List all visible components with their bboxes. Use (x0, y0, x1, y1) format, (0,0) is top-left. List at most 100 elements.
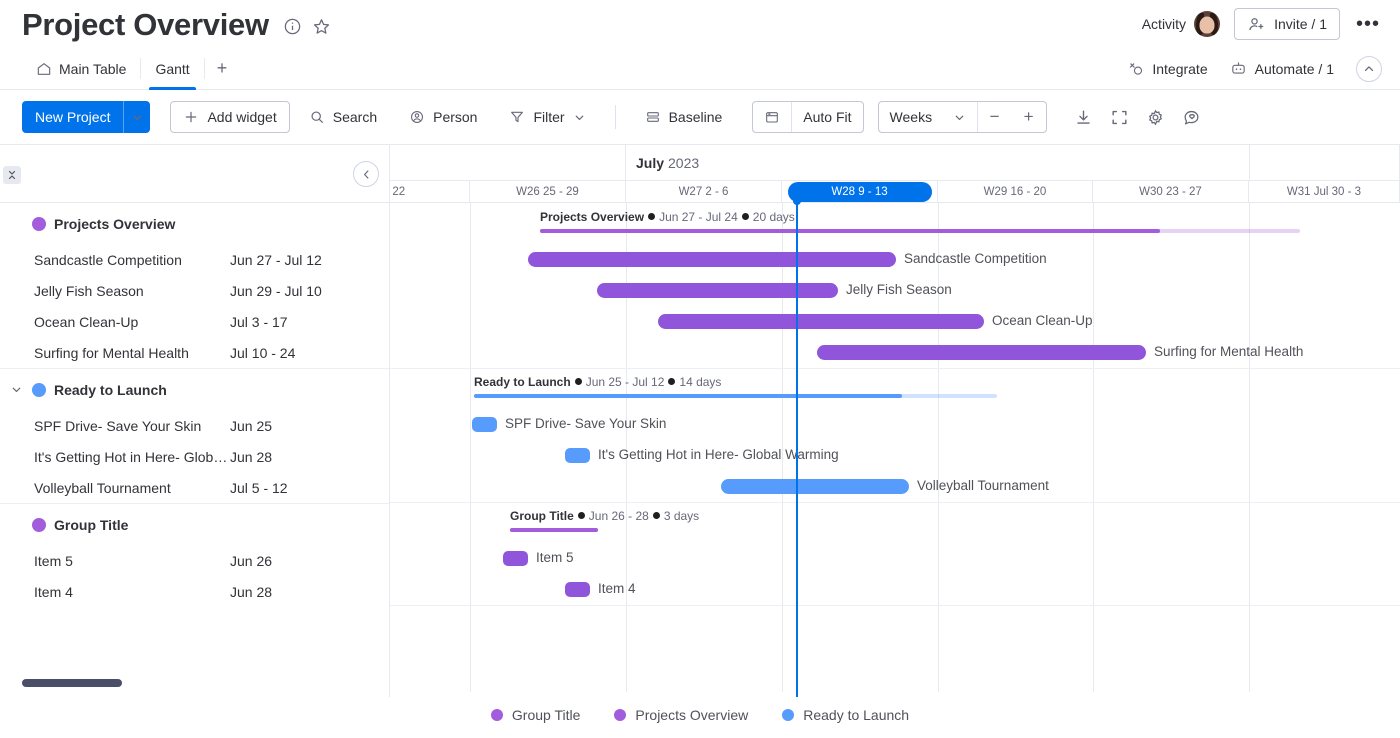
chevron-down-icon[interactable] (953, 111, 966, 124)
gantt-item-row[interactable]: SPF Drive- Save Your SkinJun 25 (0, 410, 389, 441)
horizontal-scrollbar[interactable] (0, 675, 390, 691)
gantt-bar-label: Surfing for Mental Health (1154, 344, 1303, 359)
timeline-month-cell: July2023 (626, 145, 1250, 181)
auto-fit-label: Auto Fit (803, 109, 851, 125)
tab-gantt[interactable]: Gantt (141, 48, 203, 89)
gantt-bar-label: Volleyball Tournament (917, 478, 1049, 493)
zoom-in-button[interactable]: + (1012, 102, 1046, 132)
search-icon (309, 109, 325, 125)
collapse-header-button[interactable] (1356, 56, 1382, 82)
item-date: Jun 25 (230, 418, 272, 434)
search-button[interactable]: Search (296, 101, 390, 133)
group-summary-bar[interactable] (474, 394, 902, 398)
chevron-down-icon[interactable] (124, 101, 150, 133)
gantt-bar[interactable] (597, 283, 838, 298)
invite-button[interactable]: Invite / 1 (1234, 8, 1340, 40)
gantt-item-row[interactable]: Sandcastle CompetitionJun 27 - Jul 12 (0, 244, 389, 275)
add-view-button[interactable]: + (205, 48, 240, 89)
timeline-month-row: July2023 (390, 145, 1400, 181)
gantt-item-row[interactable]: Item 5Jun 26 (0, 545, 389, 576)
gantt-bar-label: SPF Drive- Save Your Skin (505, 416, 666, 431)
group-summary-caption: Ready to LaunchJun 25 - Jul 1214 days (474, 375, 721, 389)
filter-label: Filter (533, 109, 564, 125)
star-icon[interactable] (312, 17, 331, 36)
group-summary-caption: Projects OverviewJun 27 - Jul 2420 days (540, 210, 795, 224)
new-project-button[interactable]: New Project (22, 101, 150, 133)
timeline-week-cell[interactable]: W27 2 - 6 (626, 181, 782, 203)
gantt-bar-label: Item 4 (598, 581, 636, 596)
horizontal-scrollbar-thumb[interactable] (22, 679, 122, 687)
info-icon[interactable] (283, 17, 302, 36)
gantt-item-row[interactable]: It's Getting Hot in Here- Global Warming… (0, 441, 389, 472)
timeline-week-label: W27 2 - 6 (679, 186, 729, 198)
calendar-icon-button[interactable] (753, 102, 791, 132)
new-project-label: New Project (22, 101, 123, 133)
legend-item[interactable]: Group Title (491, 707, 580, 723)
gantt-bar[interactable] (565, 582, 590, 597)
gantt-item-row[interactable]: Jelly Fish SeasonJun 29 - Jul 10 (0, 275, 389, 306)
view-tabs: Main Table Gantt + (22, 48, 239, 89)
timeline-week-cell[interactable]: 8 - 22 (390, 181, 470, 203)
item-name: Sandcastle Competition (34, 252, 230, 268)
legend-item[interactable]: Projects Overview (614, 707, 748, 723)
group-name: Group Title (54, 517, 128, 533)
zoom-level-select[interactable]: Weeks (879, 102, 977, 132)
timeline-week-cell[interactable]: W29 16 - 20 (938, 181, 1093, 203)
gantt-group: Group Title Item 5Jun 26Item 4Jun 28 (0, 504, 389, 607)
legend-color-dot (614, 709, 626, 721)
gear-icon[interactable] (1141, 102, 1171, 132)
more-options-button[interactable]: ••• (1354, 14, 1382, 34)
activity-button[interactable]: Activity (1142, 11, 1220, 37)
group-header-row[interactable]: Ready to Launch (0, 369, 389, 410)
hide-left-pane-button[interactable] (353, 161, 379, 187)
timeline-week-cell[interactable]: W30 23 - 27 (1093, 181, 1249, 203)
gantt-item-row[interactable]: Ocean Clean-UpJul 3 - 17 (0, 306, 389, 337)
baseline-button[interactable]: Baseline (632, 101, 736, 133)
download-icon[interactable] (1069, 102, 1099, 132)
item-name: SPF Drive- Save Your Skin (34, 418, 230, 434)
left-pane-header (0, 145, 389, 203)
add-widget-button[interactable]: Add widget (170, 101, 289, 133)
tab-main-table[interactable]: Main Table (22, 48, 140, 89)
integrate-button[interactable]: Integrate (1127, 60, 1207, 77)
title-icon-group (283, 17, 331, 36)
top-header-actions: Activity Invite / 1 ••• (1142, 8, 1382, 40)
gantt-bar[interactable] (658, 314, 984, 329)
collapse-all-icon[interactable] (3, 166, 21, 184)
group-summary-bar[interactable] (540, 229, 1160, 233)
item-date: Jul 3 - 17 (230, 314, 288, 330)
group-header-row[interactable]: Group Title (0, 504, 389, 545)
gantt-bar[interactable] (565, 448, 590, 463)
gantt-item-row[interactable]: Item 4Jun 28 (0, 576, 389, 607)
avatar[interactable] (1194, 11, 1220, 37)
automate-button[interactable]: Automate / 1 (1230, 60, 1334, 77)
comment-icon[interactable] (1177, 102, 1207, 132)
zoom-out-button[interactable]: − (978, 102, 1012, 132)
auto-fit-button[interactable]: Auto Fit (792, 102, 862, 132)
timeline-week-label: W26 25 - 29 (516, 186, 579, 198)
gantt-item-row[interactable]: Volleyball TournamentJul 5 - 12 (0, 472, 389, 503)
gantt-bar[interactable] (472, 417, 497, 432)
timeline-week-cell[interactable]: W26 25 - 29 (470, 181, 626, 203)
gantt-bar[interactable] (817, 345, 1146, 360)
legend-item[interactable]: Ready to Launch (782, 707, 909, 723)
filter-icon (509, 109, 525, 125)
gantt-bar[interactable] (528, 252, 896, 267)
chevron-down-icon[interactable] (8, 383, 24, 396)
gantt-bar[interactable] (721, 479, 909, 494)
person-button[interactable]: Person (396, 101, 490, 133)
group-header-row[interactable]: Projects Overview (0, 203, 389, 244)
chevron-down-icon[interactable] (573, 111, 586, 124)
group-summary-bar[interactable] (510, 528, 598, 532)
view-tabs-bar: Main Table Gantt + Integrate Autom (0, 48, 1400, 90)
timeline-week-label: W28 9 - 13 (831, 186, 887, 198)
item-name: Volleyball Tournament (34, 480, 230, 496)
gantt-item-row[interactable]: Surfing for Mental HealthJul 10 - 24 (0, 337, 389, 368)
gantt-bar[interactable] (503, 551, 528, 566)
baseline-label: Baseline (669, 109, 723, 125)
gantt-timeline-pane[interactable]: July2023 8 - 22 W26 25 - 29 W27 2 - 6 W28 9… (390, 145, 1400, 697)
timeline-week-cell[interactable]: W31 Jul 30 - 3 (1249, 181, 1400, 203)
filter-button[interactable]: Filter (496, 101, 598, 133)
gantt-group: Projects OverviewSandcastle CompetitionJ… (0, 203, 389, 369)
collapse-arrows-icon[interactable] (1105, 102, 1135, 132)
